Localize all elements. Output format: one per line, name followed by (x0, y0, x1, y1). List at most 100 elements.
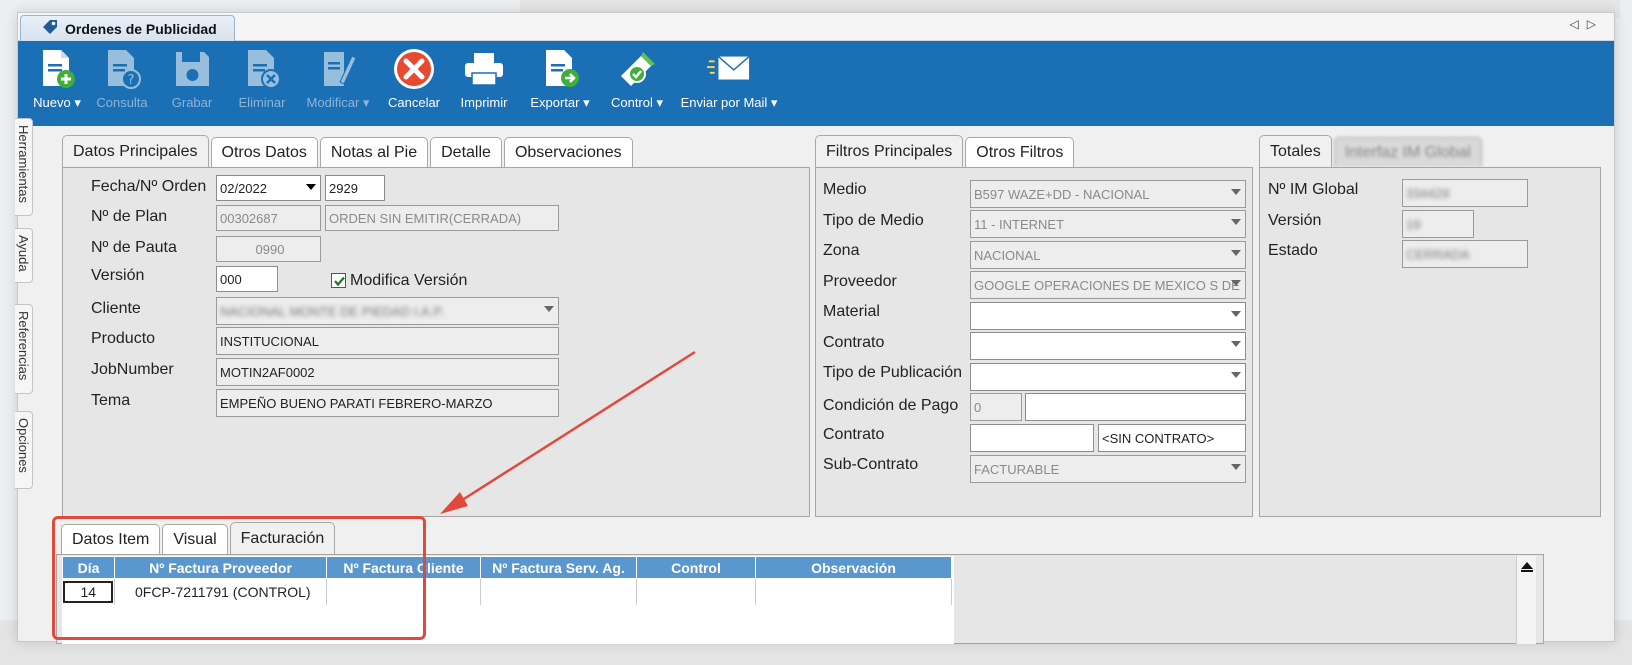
chevron-down-icon (306, 184, 316, 190)
totals-version-label: Versión (1268, 212, 1322, 229)
plan-status-field: ORDEN SIN EMITIR(CERRADA) (325, 205, 559, 231)
delete-button-label: Eliminar (238, 95, 286, 110)
print-button[interactable]: Imprimir (450, 41, 518, 126)
tab-filtros-principales[interactable]: Filtros Principales (815, 135, 964, 167)
estado-field: CERRADA (1402, 240, 1528, 268)
print-button-label: Imprimir (460, 95, 508, 110)
tab-detalle[interactable]: Detalle (430, 137, 502, 167)
control-button[interactable]: Control ▾ (602, 41, 672, 126)
column-header-control[interactable]: Control (636, 556, 756, 579)
tema-label: Tema (91, 392, 131, 409)
printer-icon (462, 47, 506, 91)
chevron-down-icon (1231, 250, 1241, 256)
side-tab-ayuda[interactable]: Ayuda (15, 228, 33, 283)
filter-tabs: Filtros Principales Otros Filtros (815, 135, 1075, 167)
window-app-icon (41, 18, 59, 40)
export-button[interactable]: Exportar ▾ (520, 41, 600, 126)
control-icon (615, 47, 659, 91)
side-tab-referencias[interactable]: Referencias (15, 304, 33, 394)
window-title: Ordenes de Publicidad (65, 20, 217, 37)
totals-tabs: Totales Interfaz IM Global (1259, 135, 1482, 167)
scroll-up-icon[interactable] (1520, 562, 1533, 569)
column-header-factura-serv-ag[interactable]: Nº Factura Serv. Ag. (480, 556, 637, 579)
contrato2-label: Contrato (823, 426, 885, 443)
invoice-scrollbar[interactable] (1516, 556, 1536, 644)
fecha-label: Fecha/Nº Orden (91, 178, 207, 195)
medio-select[interactable]: B597 WAZE+DD - NACIONAL (970, 180, 1246, 208)
edit-button[interactable]: Modificar ▾ (298, 41, 378, 126)
cancel-button-label: Cancelar (387, 95, 441, 110)
scroll-up-underline (1520, 570, 1533, 572)
subcontrato-label: Sub-Contrato (823, 456, 919, 473)
version-input[interactable]: 000 (216, 266, 278, 292)
proveedor-label: Proveedor (823, 273, 897, 290)
cancel-icon (392, 47, 436, 91)
subcontrato-select[interactable]: FACTURABLE (970, 455, 1246, 483)
query-icon: ? (100, 47, 144, 91)
chevron-down-icon (1231, 372, 1241, 378)
tab-observaciones[interactable]: Observaciones (503, 137, 633, 167)
cell-factura-serv-ag[interactable] (480, 578, 637, 605)
tab-next-icon[interactable]: ▷ (1587, 17, 1596, 31)
tab-otros-filtros[interactable]: Otros Filtros (965, 137, 1075, 167)
window-tab[interactable]: Ordenes de Publicidad (20, 15, 235, 41)
new-button-label: Nuevo (33, 95, 71, 110)
modifica-version-label: Modifica Versión (350, 272, 468, 289)
tipo-publicacion-label: Tipo de Publicación (823, 364, 963, 381)
material-label: Material (823, 303, 880, 320)
orden-value: 2929 (329, 180, 358, 196)
im-global-field: 334429 (1402, 179, 1528, 207)
contrato2-code[interactable] (970, 424, 1094, 452)
toolbar: Nuevo ▾ ? Consulta Grabar Eliminar Modif… (18, 41, 1614, 126)
tab-nav-arrows: ◁ ▷ (1570, 17, 1596, 31)
cliente-select[interactable]: NACIONAL MONTE DE PIEDAD I.A.P. (216, 297, 559, 325)
chevron-down-icon (1231, 219, 1241, 225)
tipo-medio-select[interactable]: 11 - INTERNET (970, 210, 1246, 238)
tab-datos-principales[interactable]: Datos Principales (62, 135, 209, 167)
annotation-arrow-icon (440, 350, 696, 514)
mail-button[interactable]: Enviar por Mail ▾ (674, 41, 784, 126)
new-button[interactable]: Nuevo ▾ (28, 41, 86, 126)
main-tabs: Datos Principales Otros Datos Notas al P… (62, 135, 633, 167)
tab-prev-icon[interactable]: ◁ (1570, 17, 1579, 31)
material-select[interactable] (970, 302, 1246, 330)
chevron-down-icon (1231, 464, 1241, 470)
contrato-select[interactable] (970, 332, 1246, 360)
column-header-observacion[interactable]: Observación (755, 556, 952, 579)
side-tab-opciones[interactable]: Opciones (15, 411, 33, 489)
proveedor-select[interactable]: GOOGLE OPERACIONES DE MEXICO S DE (970, 271, 1246, 299)
zona-label: Zona (823, 242, 860, 259)
side-tab-herramientas[interactable]: Herramientas (15, 118, 33, 216)
cell-control[interactable] (636, 578, 756, 605)
save-button[interactable]: Grabar (158, 41, 226, 126)
new-doc-icon (35, 47, 79, 91)
delete-button[interactable]: Eliminar (228, 41, 296, 126)
modifica-version-checkbox[interactable] (331, 273, 346, 288)
tab-otros-datos[interactable]: Otros Datos (210, 137, 318, 167)
tipo-medio-label: Tipo de Medio (823, 212, 924, 229)
medio-label: Medio (823, 181, 867, 198)
annotation-highlight-box (52, 516, 426, 640)
plan-label: Nº de Plan (91, 208, 168, 225)
pauta-label: Nº de Pauta (91, 239, 177, 256)
zona-select[interactable]: NACIONAL (970, 241, 1246, 269)
cell-observacion[interactable] (755, 578, 952, 605)
producto-label: Producto (91, 330, 156, 347)
cancel-button[interactable]: Cancelar (380, 41, 448, 126)
orden-input[interactable]: 2929 (325, 175, 385, 201)
fecha-select[interactable]: 02/2022 (216, 175, 321, 201)
chevron-down-icon (1231, 280, 1241, 286)
delete-icon (240, 47, 284, 91)
tab-totales[interactable]: Totales (1259, 135, 1332, 167)
contrato2-desc: <SIN CONTRATO> (1098, 424, 1246, 452)
export-button-label: Exportar (530, 95, 580, 110)
condicion-pago-code[interactable]: 0 (970, 393, 1022, 421)
chevron-down-icon (544, 306, 554, 312)
tipo-publicacion-select[interactable] (970, 363, 1246, 391)
condicion-pago-desc (1025, 393, 1246, 421)
contrato-label: Contrato (823, 334, 885, 351)
tab-notas-al-pie[interactable]: Notas al Pie (319, 137, 429, 167)
query-button[interactable]: ? Consulta (88, 41, 156, 126)
svg-text:?: ? (128, 73, 135, 88)
tab-interfaz-im-global[interactable]: Interfaz IM Global (1333, 137, 1482, 167)
